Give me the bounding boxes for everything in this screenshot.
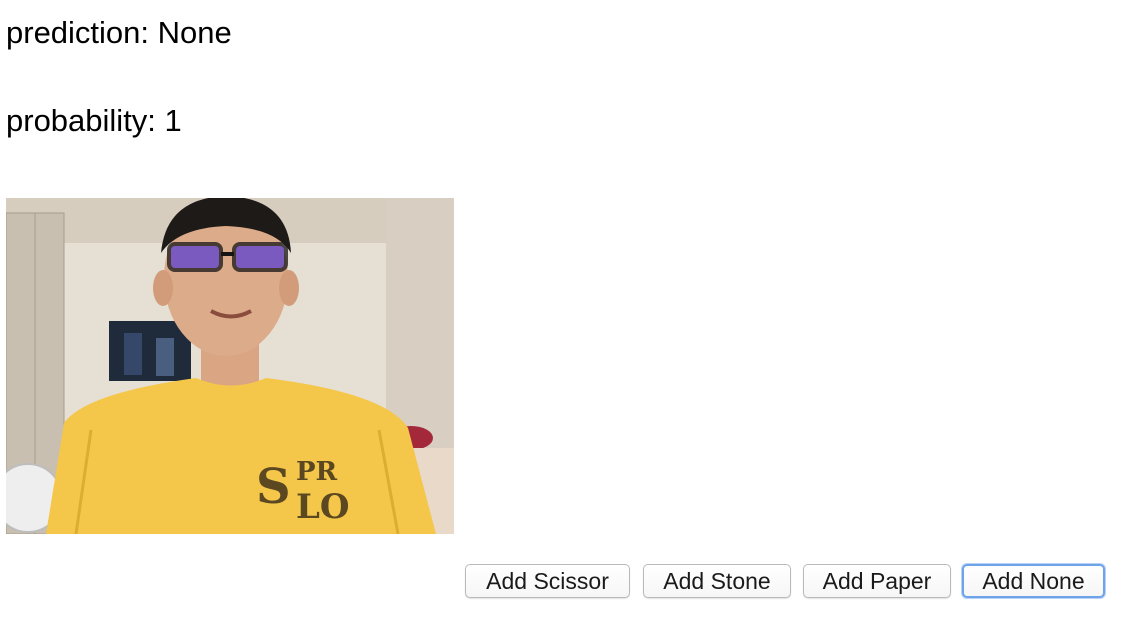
- probability-label: probability:: [6, 103, 156, 138]
- probability-text: probability: 1: [6, 103, 182, 139]
- add-none-button[interactable]: Add None: [962, 564, 1105, 598]
- add-paper-button[interactable]: Add Paper: [803, 564, 951, 598]
- webcam-frame-illustration: S PR LO: [6, 198, 454, 534]
- prediction-text: prediction: None: [6, 15, 232, 51]
- svg-text:S: S: [256, 459, 291, 515]
- add-stone-button[interactable]: Add Stone: [643, 564, 791, 598]
- probability-value: 1: [164, 103, 182, 138]
- prediction-value: None: [157, 15, 232, 50]
- svg-text:LO: LO: [296, 487, 350, 527]
- webcam-video: S PR LO: [6, 198, 454, 534]
- prediction-label: prediction:: [6, 15, 150, 50]
- add-scissor-button[interactable]: Add Scissor: [465, 564, 630, 598]
- svg-text:PR: PR: [296, 457, 338, 487]
